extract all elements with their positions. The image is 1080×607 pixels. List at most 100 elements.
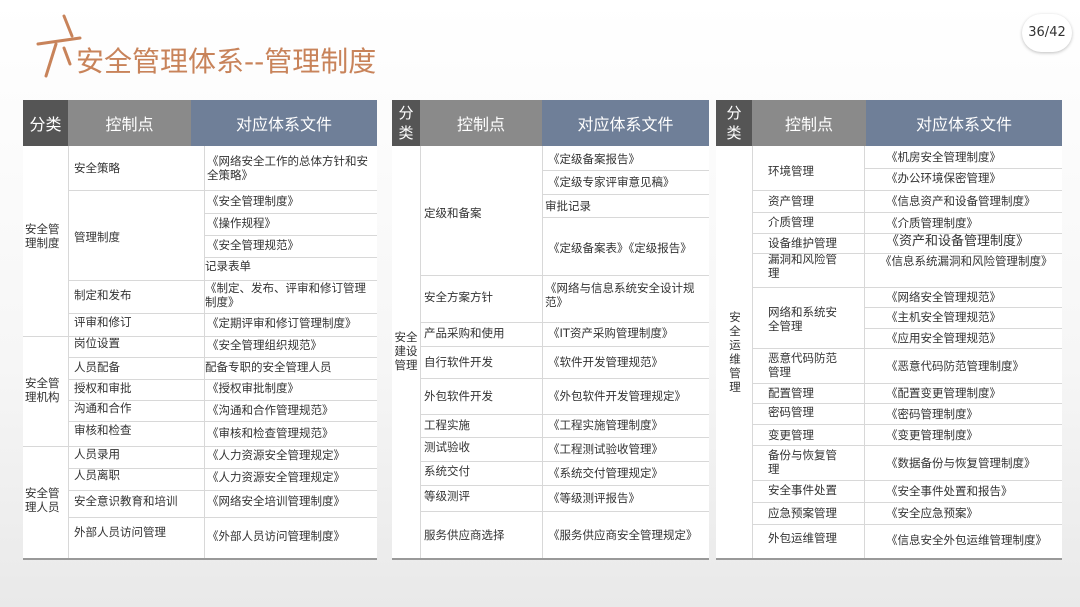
document-cell: 《信息系统漏洞和风险管理制度》 (880, 254, 1053, 268)
document-cell: 《工程测试验收管理》 (548, 442, 663, 456)
control-point-cell: 系统交付 (424, 464, 470, 478)
panel-personnel-institution: 分类 控制点 对应体系文件 安全管理制度 安全管理机构 安全管理人员 安全策略 … (23, 100, 377, 560)
document-cell: 《安全事件处置和报告》 (886, 484, 1013, 498)
document-cell: 《定级备案表》《定级报告》 (548, 241, 692, 255)
control-point-cell: 管理制度 (74, 230, 120, 244)
control-point-cell: 恶意代码防范管理 (768, 351, 837, 379)
header-category: 分类 (23, 100, 68, 146)
category-cell: 安全运维管理 (729, 310, 741, 394)
document-cell: 《数据备份与恢复管理制度》 (886, 456, 1036, 470)
control-point-cell: 工程实施 (424, 418, 470, 432)
document-cell: 《等级测评报告》 (548, 491, 640, 505)
category-cell: 安全管理人员 (25, 486, 60, 514)
header-control-point: 控制点 (420, 100, 542, 146)
document-cell: 《系统交付管理规定》 (548, 466, 663, 480)
document-cell: 《操作规程》 (207, 216, 276, 230)
control-point-cell: 服务供应商选择 (424, 528, 505, 542)
document-cell: 《安全管理组织规范》 (207, 338, 322, 352)
slide: 安全管理体系--管理制度 36/42 分类 控制点 对应体系文件 安全管理制度 … (0, 0, 1080, 607)
document-cell: 《人力资源安全管理规定》 (207, 448, 345, 462)
control-point-cell: 定级和备案 (424, 206, 482, 220)
page-number: 36/42 (1022, 14, 1072, 52)
document-cell: 《资产和设备管理制度》 (886, 234, 1030, 249)
document-cell: 《配置变更管理制度》 (886, 386, 1001, 400)
control-point-cell: 审核和检查 (74, 423, 132, 437)
header-category: 分类 (716, 100, 752, 146)
document-cell: 《主机安全管理规范》 (886, 310, 1001, 324)
document-cell: 《工程实施管理制度》 (548, 418, 663, 432)
panel-construction-management: 分类 控制点 对应体系文件 安全建设管理 定级和备案 安全方案方针 产品采购和使… (392, 100, 709, 560)
header-system-document: 对应体系文件 (866, 100, 1062, 146)
document-cell: 《信息资产和设备管理制度》 (886, 194, 1036, 208)
control-point-cell: 网络和系统安全管理 (768, 305, 837, 333)
document-cell: 《变更管理制度》 (886, 428, 978, 442)
document-cell: 《恶意代码防范管理制度》 (886, 359, 1024, 373)
control-point-cell: 评审和修订 (74, 315, 132, 329)
document-cell: 《沟通和合作管理规范》 (207, 403, 334, 417)
control-point-cell: 漏洞和风险管理 (768, 252, 837, 280)
document-cell: 《IT资产采购管理制度》 (548, 326, 674, 340)
document-cell: 《信息安全外包运维管理制度》 (886, 533, 1047, 547)
document-cell: 《软件开发管理规范》 (548, 355, 663, 369)
control-point-cell: 等级测评 (424, 489, 470, 503)
document-cell: 《网络安全培训管理制度》 (207, 494, 345, 508)
document-cell: 《授权审批制度》 (207, 381, 299, 395)
control-point-cell: 安全意识教育和培训 (74, 494, 178, 508)
control-point-cell: 安全事件处置 (768, 483, 837, 497)
header-control-point: 控制点 (68, 100, 191, 146)
page-title: 安全管理体系--管理制度 (76, 45, 377, 78)
control-point-cell: 自行软件开发 (424, 355, 493, 369)
document-cell: 配备专职的安全管理人员 (205, 360, 332, 374)
control-point-cell: 环境管理 (768, 164, 814, 178)
document-cell: 《机房安全管理制度》 (886, 150, 1001, 164)
control-point-cell: 授权和审批 (74, 381, 132, 395)
document-cell: 《密码管理制度》 (886, 407, 978, 421)
control-point-cell: 安全策略 (74, 161, 120, 175)
control-point-cell: 备份与恢复管理 (768, 448, 837, 476)
control-point-cell: 密码管理 (768, 405, 814, 419)
control-point-cell: 人员录用 (74, 447, 120, 461)
header-control-point: 控制点 (752, 100, 866, 146)
control-point-cell: 变更管理 (768, 428, 814, 442)
control-point-cell: 制定和发布 (74, 288, 132, 302)
document-cell: 《网络安全工作的总体方针和安全策略》 (207, 154, 368, 182)
document-cell: 《外部人员访问管理制度》 (207, 529, 345, 543)
document-cell: 《安全应急预案》 (886, 506, 978, 520)
document-cell: 《定期评审和修订管理制度》 (207, 316, 357, 330)
document-cell: 《安全管理制度》 (207, 194, 299, 208)
control-point-cell: 外包运维管理 (768, 531, 837, 545)
category-cell: 安全管理机构 (25, 376, 60, 404)
panel-operations-management: 分类 控制点 对应体系文件 安全运维管理 环境管理 资产管理 介质管理 设备维护… (716, 100, 1062, 560)
document-cell: 记录表单 (205, 259, 251, 273)
document-cell: 《定级专家评审意见稿》 (548, 175, 675, 189)
control-point-cell: 测试验收 (424, 440, 470, 454)
document-cell: 审批记录 (545, 199, 591, 213)
control-point-cell: 产品采购和使用 (424, 326, 505, 340)
control-point-cell: 安全方案方针 (424, 290, 493, 304)
control-point-cell: 外包软件开发 (424, 389, 493, 403)
control-point-cell: 应急预案管理 (768, 506, 837, 520)
control-point-cell: 资产管理 (768, 194, 814, 208)
header-system-document: 对应体系文件 (191, 100, 377, 146)
document-cell: 《网络与信息系统安全设计规范》 (545, 281, 695, 309)
header-category: 分类 (392, 100, 420, 146)
document-cell: 《介质管理制度》 (886, 216, 978, 230)
document-cell: 《审核和检查管理规范》 (207, 426, 334, 440)
control-point-cell: 外部人员访问管理 (74, 525, 166, 539)
header-system-document: 对应体系文件 (542, 100, 709, 146)
document-cell: 《服务供应商安全管理规定》 (548, 528, 698, 542)
document-cell: 《外包软件开发管理规定》 (548, 389, 686, 403)
document-cell: 《人力资源安全管理规定》 (207, 470, 345, 484)
document-cell: 《应用安全管理规范》 (886, 331, 1001, 345)
category-cell: 安全管理制度 (25, 222, 60, 250)
document-cell: 《安全管理规范》 (207, 238, 299, 252)
control-point-cell: 人员配备 (74, 360, 120, 374)
control-point-cell: 介质管理 (768, 215, 814, 229)
document-cell: 《办公环境保密管理》 (886, 171, 1001, 185)
control-point-cell: 设备维护管理 (768, 236, 837, 250)
document-cell: 《定级备案报告》 (548, 152, 640, 166)
category-cell: 安全建设管理 (394, 330, 418, 372)
control-point-cell: 人员离职 (74, 468, 120, 482)
document-cell: 《网络安全管理规范》 (886, 290, 1001, 304)
document-cell: 《制定、发布、评审和修订管理制度》 (205, 281, 366, 309)
